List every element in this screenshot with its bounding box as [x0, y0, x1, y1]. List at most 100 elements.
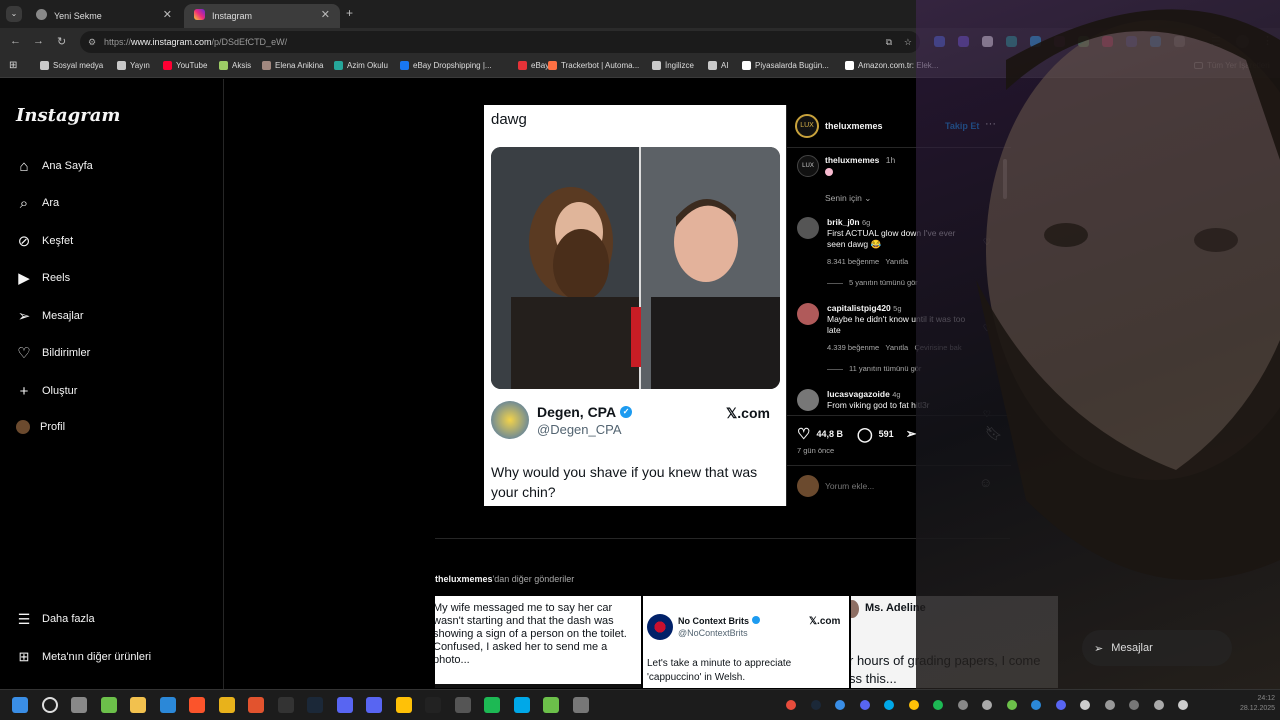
- reply-button[interactable]: Yanıtla: [885, 257, 908, 266]
- extension-icon[interactable]: [1054, 36, 1065, 47]
- comment-likes[interactable]: 8.341 beğenme: [827, 257, 879, 266]
- system-clock[interactable]: 24:12 28.12.2025: [1240, 694, 1275, 714]
- like-heart-icon[interactable]: ♡: [797, 425, 810, 443]
- author-username[interactable]: theluxmemes: [825, 121, 883, 131]
- commenter-avatar[interactable]: [797, 303, 819, 325]
- bookmark-item[interactable]: AI: [708, 61, 729, 70]
- profile-avatar[interactable]: [1236, 35, 1249, 48]
- bookmark-star-icon[interactable]: ☆: [904, 31, 912, 53]
- nav-item-search[interactable]: ⌕ Ara: [16, 195, 59, 212]
- author-avatar[interactable]: LUX: [795, 114, 819, 138]
- tab-instagram[interactable]: Instagram ✕: [184, 4, 340, 28]
- nav-item-home[interactable]: ⌂ Ana Sayfa: [16, 158, 92, 175]
- more-posts-username[interactable]: theluxmemes: [435, 574, 493, 584]
- messages-float-button[interactable]: ➢ Mesajlar: [1082, 630, 1232, 666]
- tab-new-tab[interactable]: Yeni Sekme ✕: [26, 4, 182, 28]
- bookmark-item[interactable]: Sosyal medya: [40, 61, 103, 70]
- more-options-icon[interactable]: ···: [985, 118, 996, 130]
- scrollbar[interactable]: [1003, 147, 1007, 407]
- url-input[interactable]: ⚙ https://www.instagram.com/p/DSdEfCTD_e…: [80, 31, 920, 53]
- new-tab-button[interactable]: +: [346, 6, 353, 20]
- tray-icon[interactable]: [1080, 700, 1090, 710]
- all-bookmarks-link[interactable]: Tüm Yer İşaretleri: [1194, 61, 1270, 70]
- bookmark-item[interactable]: Piyasalarda Bugün...: [742, 61, 829, 70]
- spotify-icon[interactable]: [484, 697, 500, 713]
- brave-icon[interactable]: [189, 697, 205, 713]
- forward-icon[interactable]: →: [33, 35, 44, 47]
- tray-icon[interactable]: [859, 700, 870, 710]
- xbox-icon[interactable]: [100, 697, 117, 713]
- follow-button[interactable]: Takip Et: [945, 121, 979, 131]
- extension-icon[interactable]: [982, 36, 993, 47]
- puzzle-icon[interactable]: [1174, 36, 1185, 47]
- reload-icon[interactable]: ↻: [57, 35, 66, 48]
- windows-start-icon[interactable]: [12, 697, 28, 713]
- tray-icon[interactable]: [1104, 700, 1115, 710]
- tray-icon[interactable]: [810, 700, 821, 710]
- vpn-icon[interactable]: [513, 697, 530, 713]
- translate-link[interactable]: Çevirisine bak: [914, 343, 961, 352]
- install-icon[interactable]: ⧉: [886, 31, 892, 53]
- bookmark-item[interactable]: Trackerbot | Automa...: [548, 61, 639, 70]
- tray-icon[interactable]: [982, 700, 992, 710]
- app-icon[interactable]: [336, 697, 353, 713]
- nav-item-avatar[interactable]: Profil: [16, 420, 65, 434]
- back-icon[interactable]: ←: [10, 35, 21, 47]
- norton-icon[interactable]: [395, 697, 412, 713]
- store-icon[interactable]: [159, 697, 176, 713]
- tray-icon[interactable]: [1129, 700, 1139, 710]
- extension-icon[interactable]: [1102, 36, 1113, 47]
- discord-icon[interactable]: [366, 697, 382, 713]
- view-replies-link[interactable]: 11 yanıtın tümünü gör: [849, 364, 921, 373]
- extension-icon[interactable]: [1030, 36, 1041, 47]
- comment-like-icon[interactable]: ♡: [983, 323, 991, 334]
- tray-icon[interactable]: [1178, 700, 1188, 710]
- chrome-icon[interactable]: [218, 697, 235, 713]
- widgets-icon[interactable]: [71, 697, 87, 713]
- obs-icon[interactable]: [454, 697, 471, 713]
- post-image[interactable]: dawg Degen, CPA ✓ @Degen_CPA 𝕏.com Why w…: [484, 105, 786, 506]
- commenter-avatar[interactable]: [797, 217, 819, 239]
- tray-icon[interactable]: [1055, 700, 1066, 710]
- comment-username[interactable]: lucasvagazoide: [827, 389, 890, 399]
- bookmark-item[interactable]: Elena Anikina: [262, 61, 323, 70]
- terminal-icon[interactable]: [425, 697, 441, 713]
- commenter-avatar[interactable]: [797, 389, 819, 411]
- apps-icon[interactable]: ⊞: [9, 60, 17, 71]
- extension-icon[interactable]: [958, 36, 969, 47]
- bookmark-item[interactable]: eBay Dropshipping |...: [400, 61, 492, 70]
- bookmark-item[interactable]: eBay: [518, 61, 549, 70]
- nav-item-plus[interactable]: + Oluştur: [16, 383, 78, 400]
- tray-icon[interactable]: [1031, 700, 1041, 710]
- bookmark-item[interactable]: İngilizce: [652, 61, 694, 70]
- save-bookmark-icon[interactable]: 🔖︎: [985, 425, 1003, 442]
- extension-icon[interactable]: [1150, 36, 1161, 47]
- more-menu-button[interactable]: ☰ Daha fazla: [16, 611, 95, 627]
- comment-like-icon[interactable]: ♡: [983, 237, 991, 248]
- kebab-menu-icon[interactable]: ⋮: [1262, 34, 1273, 47]
- bookmark-item[interactable]: Amazon.com.tr: Elek...: [845, 61, 938, 70]
- tray-icon[interactable]: [786, 700, 796, 710]
- site-info-icon[interactable]: ⚙: [88, 31, 96, 53]
- menu-icon[interactable]: ☰: [1211, 35, 1221, 48]
- extension-icon[interactable]: [934, 36, 945, 47]
- app-icon[interactable]: [543, 697, 559, 713]
- tray-icon[interactable]: [933, 700, 943, 710]
- close-icon[interactable]: ✕: [163, 8, 172, 21]
- tray-icon[interactable]: [908, 700, 919, 710]
- caption-avatar[interactable]: LUX: [797, 155, 819, 177]
- extension-icon[interactable]: [1078, 36, 1089, 47]
- extension-icon[interactable]: [1006, 36, 1017, 47]
- bookmark-item[interactable]: Yayın: [117, 61, 150, 70]
- meta-products-button[interactable]: ⊞ Meta'nın diğer ürünleri: [16, 649, 152, 665]
- tray-icon[interactable]: [1153, 700, 1164, 710]
- tray-icon[interactable]: [1006, 700, 1017, 710]
- caption-username[interactable]: theluxmemes: [825, 155, 879, 165]
- tray-icon[interactable]: [957, 700, 968, 710]
- tray-icon[interactable]: [835, 700, 845, 710]
- like-count[interactable]: 44,8 B: [816, 429, 843, 439]
- game-icon[interactable]: [248, 697, 264, 713]
- grid-post-3[interactable]: Ms. Adeline r hours of grading papers, I…: [851, 596, 1058, 688]
- epic-icon[interactable]: [277, 697, 294, 713]
- share-icon[interactable]: ➢: [906, 426, 917, 442]
